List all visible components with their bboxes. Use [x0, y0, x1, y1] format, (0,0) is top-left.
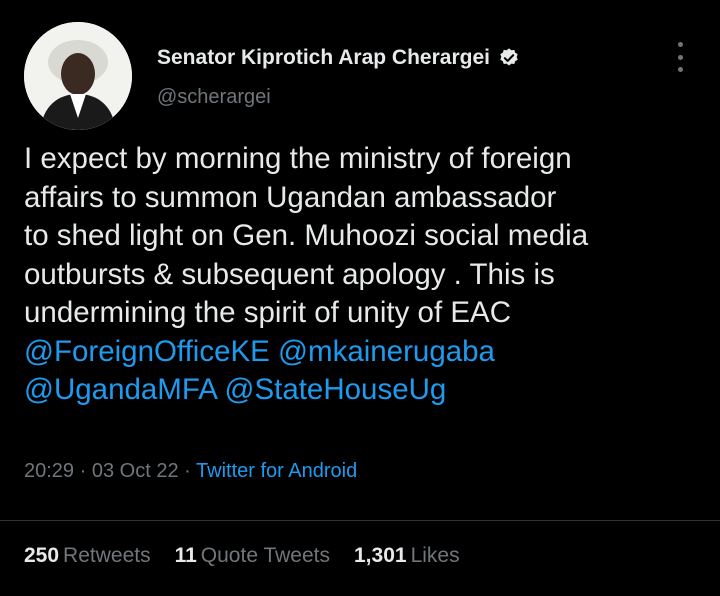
- mention-line: @UgandaMFA @StateHouseUg: [24, 371, 714, 410]
- tweet-date[interactable]: 03 Oct 22: [92, 460, 179, 482]
- retweets-stat[interactable]: 250 Retweets: [24, 544, 151, 568]
- author-name[interactable]: Senator Kiprotich Arap Cherargei: [157, 46, 490, 70]
- tweet-line: I expect by morning the ministry of fore…: [24, 142, 572, 175]
- more-options-icon[interactable]: [668, 40, 692, 74]
- tweet-line: undermining the spirit of unity of EAC: [24, 296, 511, 329]
- tweet-line: to shed light on Gen. Muhoozi social med…: [24, 219, 589, 252]
- meta-separator: ·: [79, 460, 87, 482]
- avatar[interactable]: [24, 22, 132, 130]
- mention-link[interactable]: @StateHouseUg: [225, 373, 447, 406]
- dot-icon: [677, 54, 683, 60]
- author-row: Senator Kiprotich Arap Cherargei: [157, 46, 520, 70]
- tweet-meta: 20:29 · 03 Oct 22 · Twitter for Android: [24, 460, 357, 483]
- author-handle[interactable]: @scherargei: [157, 86, 271, 109]
- verified-badge-icon: [500, 48, 518, 66]
- mention-line: @ForeignOfficeKE @mkainerugaba: [24, 333, 714, 372]
- tweet-text: I expect by morning the ministry of fore…: [24, 140, 714, 410]
- meta-separator: ·: [184, 460, 191, 482]
- likes-count: 1,301: [354, 544, 407, 567]
- tweet-source[interactable]: Twitter for Android: [196, 460, 357, 482]
- quote-tweets-count: 11: [174, 544, 197, 567]
- quote-tweets-stat[interactable]: 11 Quote Tweets: [175, 544, 330, 568]
- retweets-label: Retweets: [63, 544, 151, 567]
- likes-stat[interactable]: 1,301 Likes: [354, 544, 460, 568]
- tweet-line: affairs to summon Ugandan ambassador: [24, 180, 557, 214]
- mention-link[interactable]: @UgandaMFA: [24, 373, 216, 406]
- retweets-count: 250: [24, 544, 60, 567]
- dot-icon: [677, 67, 683, 72]
- likes-label: Likes: [410, 544, 460, 567]
- divider: [0, 520, 720, 521]
- dot-icon: [677, 42, 683, 47]
- profile-photo: [24, 22, 132, 130]
- quote-tweets-label: Quote Tweets: [200, 544, 330, 567]
- tweet-time[interactable]: 20:29: [24, 460, 74, 482]
- tweet-line: outbursts & subsequent apology . This is: [24, 257, 555, 291]
- mention-link[interactable]: @ForeignOfficeKE: [24, 335, 270, 368]
- mention-link[interactable]: @mkainerugaba: [278, 335, 495, 368]
- engagement-stats: 250 Retweets 11 Quote Tweets 1,301 Likes: [24, 544, 484, 568]
